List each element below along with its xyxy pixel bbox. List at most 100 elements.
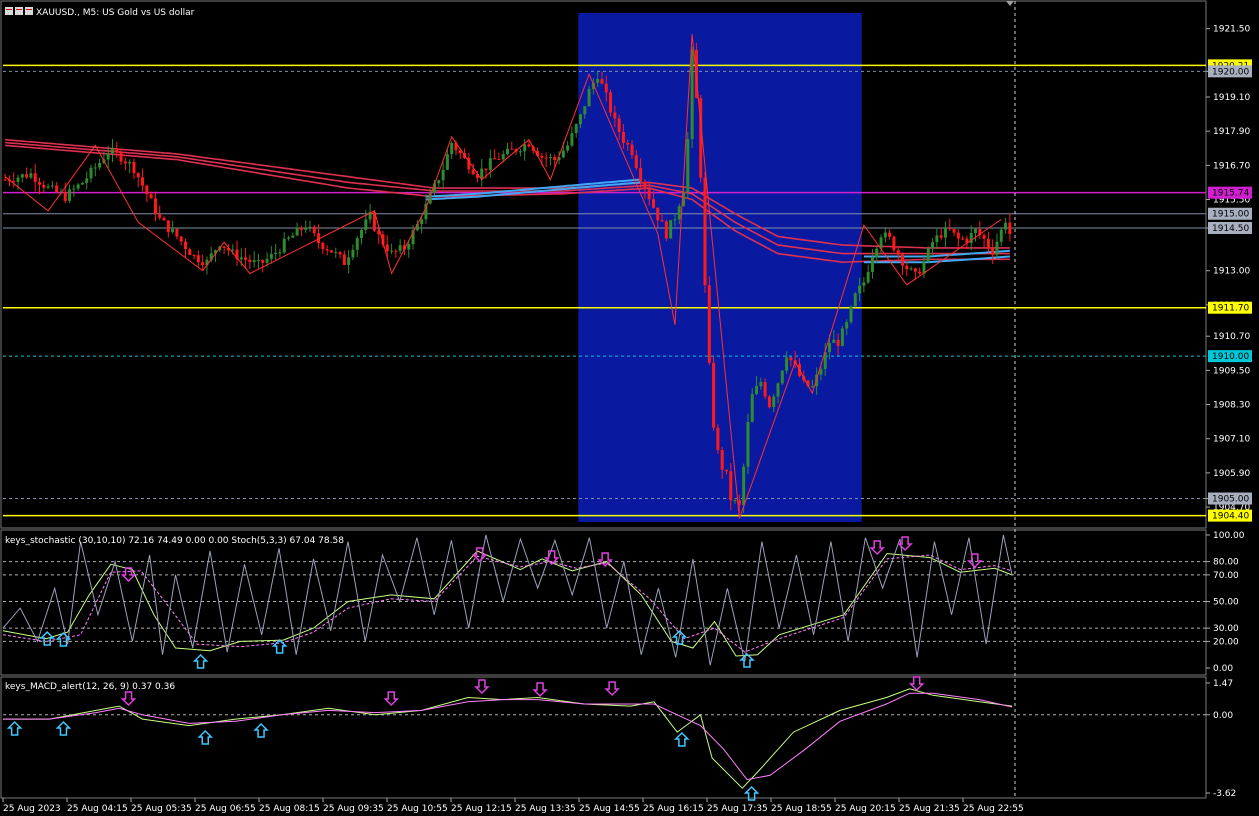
candle-body[interactable] [935, 235, 939, 243]
candle-body[interactable] [299, 227, 303, 230]
candle-body[interactable] [252, 260, 256, 263]
candle-body[interactable] [437, 180, 441, 184]
candle-body[interactable] [493, 158, 497, 160]
candle-body[interactable] [450, 142, 454, 155]
candle-body[interactable] [222, 246, 226, 248]
candle-body[interactable] [686, 139, 690, 193]
candle-body[interactable] [175, 228, 179, 237]
candle-body[interactable] [390, 250, 394, 252]
candle-body[interactable] [291, 235, 295, 238]
candle-body[interactable] [918, 271, 922, 274]
candle-body[interactable] [132, 162, 136, 174]
candle-body[interactable] [982, 235, 986, 239]
candle-body[interactable] [68, 189, 72, 201]
candle-body[interactable] [497, 158, 501, 160]
candle-body[interactable] [110, 148, 114, 154]
candle-body[interactable] [153, 198, 157, 215]
candle-body[interactable] [119, 152, 123, 162]
candle-body[interactable] [991, 247, 995, 255]
candle-body[interactable] [244, 257, 248, 260]
candle-body[interactable] [282, 238, 286, 253]
candle-body[interactable] [33, 173, 37, 182]
candle-body[interactable] [892, 236, 896, 251]
candle-body[interactable] [1004, 222, 1008, 230]
candle-body[interactable] [149, 194, 153, 199]
candle-body[interactable] [845, 321, 849, 329]
candle-body[interactable] [639, 167, 643, 182]
candle-body[interactable] [518, 151, 522, 153]
candle-body[interactable] [647, 189, 651, 200]
candle-body[interactable] [308, 226, 312, 228]
candle-body[interactable] [901, 254, 905, 266]
candle-body[interactable] [484, 168, 488, 171]
candle-body[interactable] [278, 252, 282, 254]
candle-body[interactable] [870, 257, 874, 272]
candle-body[interactable] [690, 49, 694, 140]
candle-body[interactable] [604, 83, 608, 93]
candle-body[interactable] [995, 241, 999, 255]
candle-body[interactable] [123, 161, 127, 164]
candle-body[interactable] [656, 207, 660, 221]
candle-body[interactable] [80, 182, 84, 185]
candle-body[interactable] [707, 285, 711, 363]
candle-body[interactable] [256, 260, 260, 262]
candle-body[interactable] [183, 241, 187, 250]
candle-body[interactable] [248, 259, 252, 263]
candle-body[interactable] [480, 168, 484, 178]
candle-body[interactable] [913, 268, 917, 272]
candle-body[interactable] [145, 185, 149, 195]
candle-body[interactable] [50, 185, 54, 187]
candle-body[interactable] [89, 167, 93, 179]
candle-body[interactable] [750, 394, 754, 422]
candle-body[interactable] [609, 92, 613, 113]
candle-body[interactable] [772, 396, 776, 408]
candle-body[interactable] [948, 227, 952, 230]
candle-body[interactable] [634, 155, 638, 168]
candle-body[interactable] [849, 306, 853, 322]
candle-body[interactable] [587, 89, 591, 107]
candle-body[interactable] [501, 154, 505, 160]
candle-body[interactable] [926, 247, 930, 262]
candle-body[interactable] [553, 156, 557, 160]
candle-body[interactable] [956, 232, 960, 239]
candle-body[interactable] [974, 228, 978, 234]
candle-body[interactable] [540, 155, 544, 158]
candle-body[interactable] [488, 158, 492, 171]
candle-body[interactable] [832, 339, 836, 343]
candle-body[interactable] [55, 185, 59, 192]
candle-body[interactable] [510, 148, 514, 150]
candle-body[interactable] [759, 382, 763, 387]
candle-body[interactable] [780, 370, 784, 384]
candle-body[interactable] [785, 357, 789, 371]
candle-body[interactable] [287, 237, 291, 239]
candle-body[interactable] [505, 148, 510, 155]
candle-body[interactable] [578, 114, 582, 125]
candle-body[interactable] [621, 132, 625, 143]
candle-body[interactable] [763, 382, 767, 397]
candle-body[interactable] [385, 244, 389, 252]
candle-body[interactable] [3, 179, 7, 181]
candle-body[interactable] [742, 466, 746, 506]
candle-body[interactable] [351, 249, 355, 258]
candle-body[interactable] [836, 339, 840, 346]
candle-body[interactable] [1008, 222, 1012, 234]
candle-body[interactable] [527, 144, 531, 147]
candle-body[interactable] [398, 245, 402, 251]
candle-body[interactable] [828, 342, 832, 353]
candle-body[interactable] [548, 156, 552, 159]
candle-body[interactable] [566, 145, 570, 151]
candle-body[interactable] [810, 386, 814, 388]
candle-body[interactable] [304, 227, 308, 230]
candle-body[interactable] [420, 219, 424, 225]
candle-body[interactable] [329, 250, 333, 253]
candle-body[interactable] [905, 265, 909, 270]
candle-body[interactable] [407, 244, 411, 250]
candle-body[interactable] [188, 249, 192, 256]
candle-body[interactable] [295, 227, 299, 236]
candle-body[interactable] [25, 174, 29, 178]
candle-body[interactable] [712, 362, 716, 428]
candle-body[interactable] [63, 191, 67, 201]
candle-body[interactable] [729, 471, 733, 501]
candle-body[interactable] [746, 421, 750, 467]
candle-body[interactable] [626, 142, 630, 145]
